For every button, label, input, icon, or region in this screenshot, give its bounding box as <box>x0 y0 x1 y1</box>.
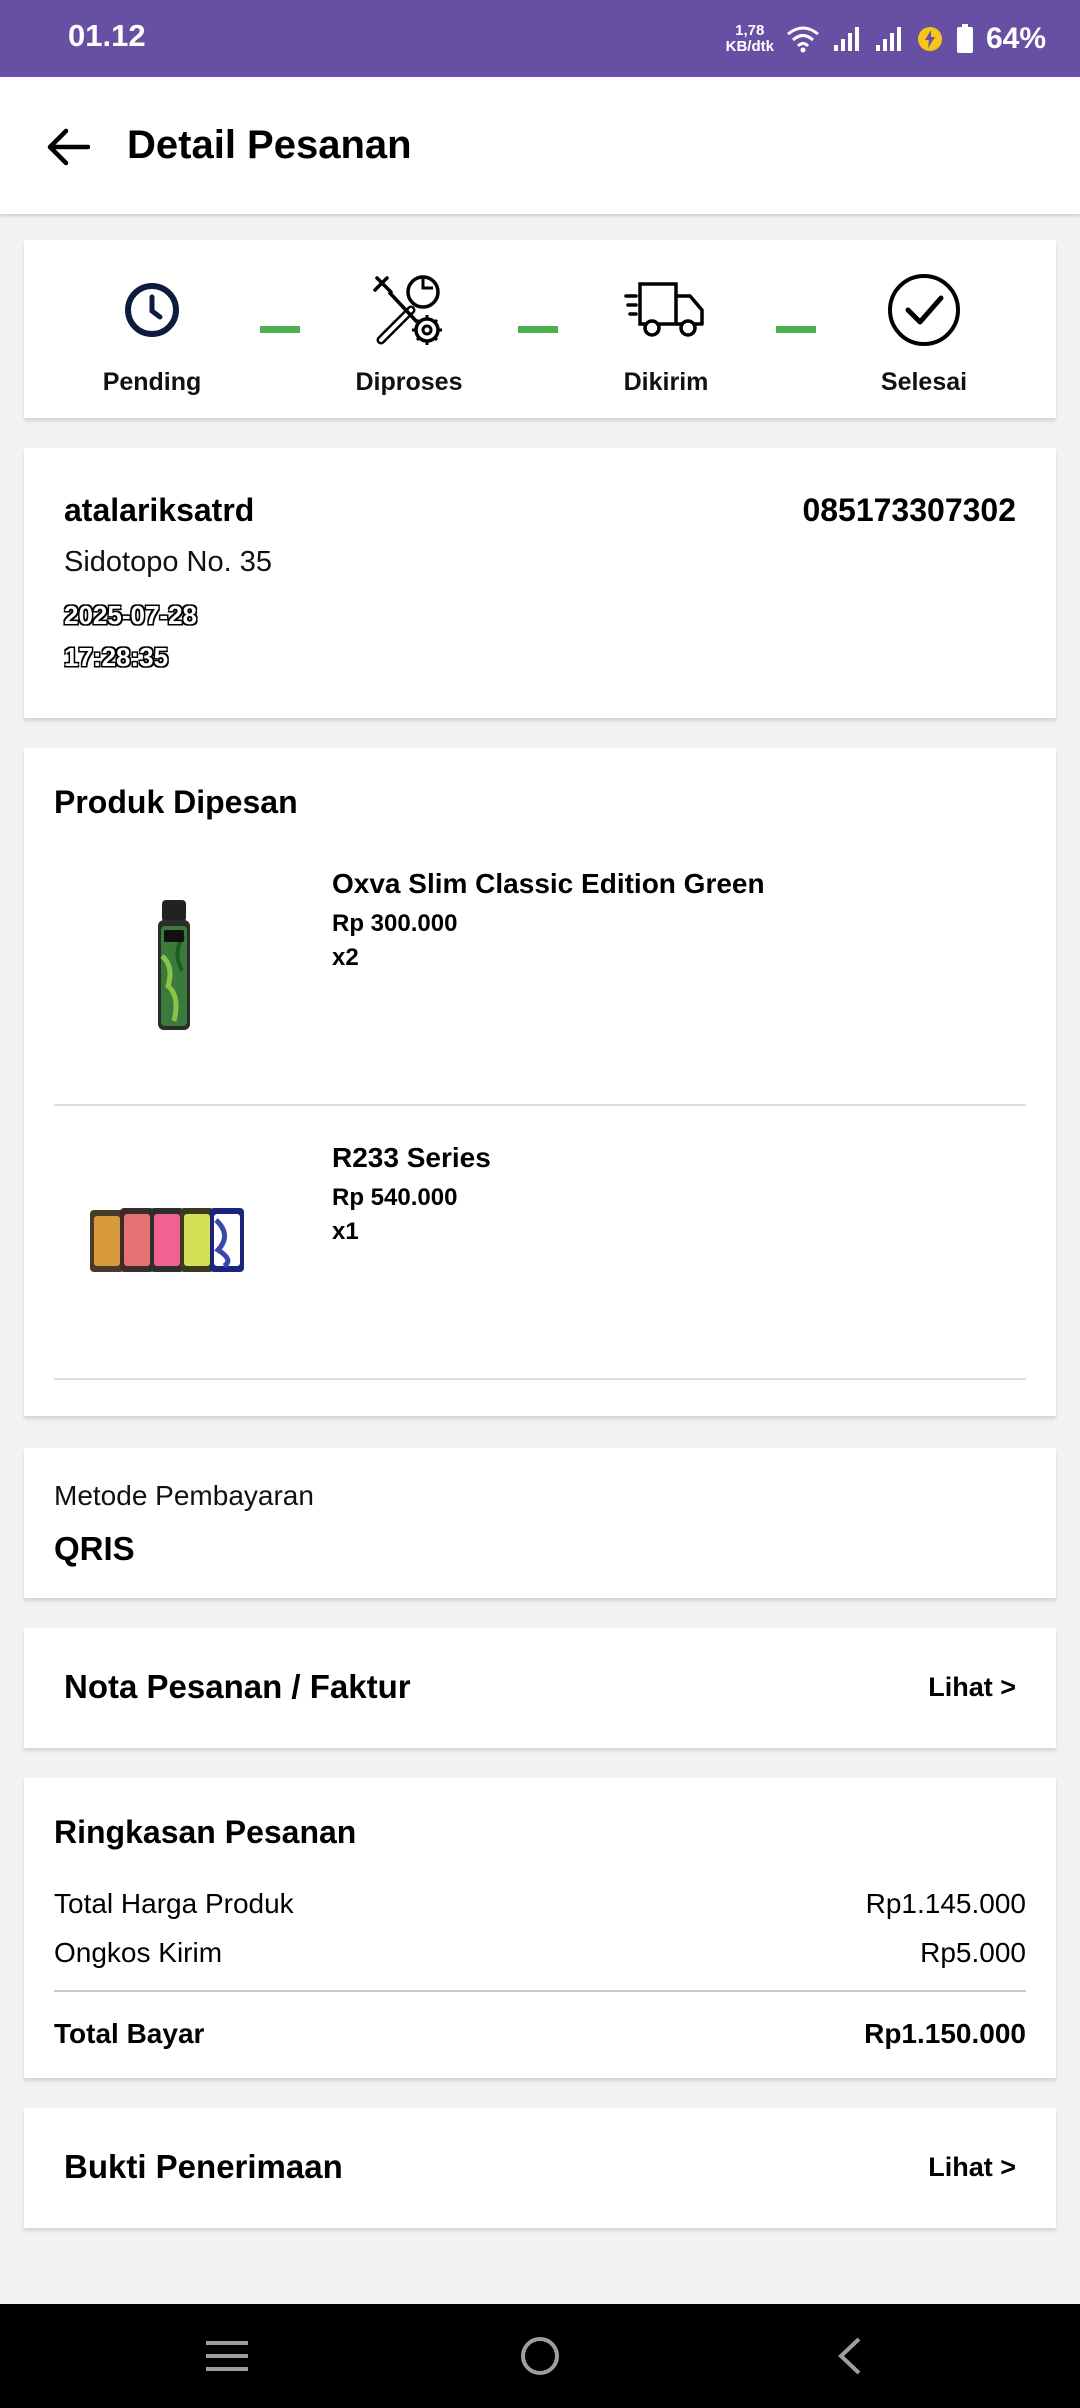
tools-icon <box>373 275 442 345</box>
step-connector <box>776 326 816 333</box>
step-selesai: Selesai <box>824 268 1024 397</box>
ordered-products: Produk Dipesan Oxva Slim Classic Edition… <box>24 748 1056 1416</box>
product-quantity: x2 <box>332 944 359 971</box>
mod-box-image <box>74 1140 274 1340</box>
pod-device-image <box>74 866 274 1066</box>
order-time: 17:28:35 <box>64 642 169 672</box>
product-name: Oxva Slim Classic Edition Green <box>332 868 765 899</box>
order-summary: Ringkasan Pesanan Total Harga Produk Rp1… <box>24 1778 1056 2078</box>
network-speed: 1,78 KB/dtk <box>725 22 774 55</box>
payment-value: QRIS <box>54 1530 135 1567</box>
product-quantity: x1 <box>332 1218 359 1245</box>
system-nav-bar <box>0 2304 1080 2408</box>
summary-value: Rp5.000 <box>920 1937 1026 1968</box>
signal-icon <box>833 27 859 51</box>
order-date: 2025-07-28 <box>64 600 197 630</box>
receipt-row[interactable]: Bukti Penerimaan Lihat > <box>24 2108 1056 2228</box>
product-name: R233 Series <box>332 1142 491 1173</box>
page-title: Detail Pesanan <box>127 123 412 167</box>
divider <box>54 1104 1026 1106</box>
divider <box>54 1990 1026 1992</box>
battery-percent: 64% <box>985 22 1046 55</box>
arrow-left-icon <box>47 128 90 166</box>
step-dikirim: Dikirim <box>566 268 766 397</box>
address-street: Sidotopo No. 35 <box>64 546 272 578</box>
step-connector <box>260 326 300 333</box>
clock-icon <box>125 283 179 337</box>
summary-label: Ongkos Kirim <box>54 1937 223 1968</box>
wifi-icon <box>787 26 819 53</box>
section-title: Produk Dipesan <box>54 784 298 820</box>
view-receipt-link[interactable]: Lihat > <box>928 2152 1016 2183</box>
payment-label: Metode Pembayaran <box>54 1480 314 1511</box>
battery-icon <box>956 24 973 53</box>
payment-method: Metode Pembayaran QRIS <box>24 1448 1056 1598</box>
list-item[interactable]: Oxva Slim Classic Edition Green Rp 300.0… <box>54 846 1026 1106</box>
status-icons: 1,78 KB/dtk 64% <box>726 14 1046 64</box>
section-title: Ringkasan Pesanan <box>54 1814 357 1850</box>
invoice-title: Nota Pesanan / Faktur <box>64 1668 411 1705</box>
summary-value: Rp1.145.000 <box>865 1888 1026 1919</box>
product-price: Rp 300.000 <box>332 910 458 937</box>
total-label: Total Bayar <box>54 2018 205 2049</box>
menu-icon <box>206 2341 248 2371</box>
charging-icon <box>917 27 942 51</box>
home-circle-icon <box>521 2337 559 2375</box>
product-price: Rp 540.000 <box>332 1184 458 1211</box>
invoice-row[interactable]: Nota Pesanan / Faktur Lihat > <box>24 1628 1056 1748</box>
divider <box>54 1378 1026 1380</box>
total-value: Rp1.150.000 <box>864 2018 1026 2049</box>
truck-icon <box>624 282 704 337</box>
step-connector <box>518 326 558 333</box>
status-time: 01.12 <box>68 18 146 53</box>
step-diproses: Diproses <box>309 268 509 397</box>
recipient-phone: 085173307302 <box>802 492 1016 528</box>
list-item[interactable]: R233 Series Rp 540.000 x1 <box>54 1120 1026 1380</box>
signal-icon <box>875 27 901 51</box>
recipient-name: atalariksatrd <box>64 492 255 528</box>
receipt-title: Bukti Penerimaan <box>64 2148 343 2185</box>
app-bar: Detail Pesanan <box>0 77 1080 214</box>
status-bar: 01.12 1,78 KB/dtk 64% <box>0 0 1080 77</box>
shipping-address: atalariksatrd 085173307302 Sidotopo No. … <box>24 448 1056 718</box>
check-circle-icon <box>888 274 960 346</box>
chevron-left-icon <box>838 2337 861 2375</box>
view-invoice-link[interactable]: Lihat > <box>928 1672 1016 1703</box>
back-button[interactable] <box>36 115 100 179</box>
summary-label: Total Harga Produk <box>54 1888 294 1919</box>
order-tracking: Pending Diproses Dikirim Selesai <box>24 240 1056 418</box>
recents-button[interactable] <box>197 2326 257 2386</box>
home-button[interactable] <box>510 2326 570 2386</box>
step-pending: Pending <box>52 268 252 397</box>
system-back-button[interactable] <box>820 2326 880 2386</box>
